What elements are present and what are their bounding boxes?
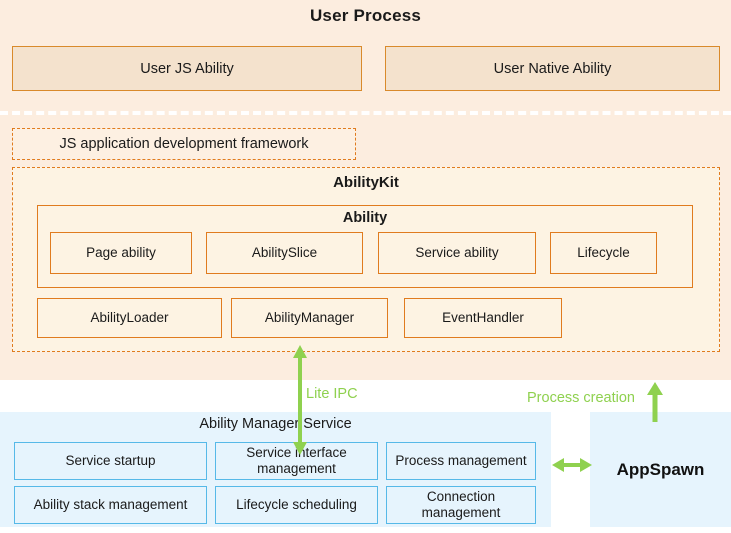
ability-loader-label: AbilityLoader [90, 310, 169, 326]
user-process-region: User Process User JS Ability User Native… [0, 0, 731, 380]
page-ability-label: Page ability [86, 245, 156, 261]
process-creation-arrow-icon [647, 382, 663, 422]
user-native-ability-label: User Native Ability [493, 60, 612, 77]
process-creation-label: Process creation [527, 390, 635, 406]
user-process-title: User Process [309, 6, 422, 25]
service-ability-label: Service ability [415, 245, 499, 261]
ability-group-box: Ability Page ability AbilitySlice Servic… [37, 205, 693, 288]
lifecycle-scheduling-label: Lifecycle scheduling [236, 497, 357, 513]
connection-management-box: Connection management [386, 486, 536, 524]
process-management-box: Process management [386, 442, 536, 480]
ability-manager-label: AbilityManager [264, 310, 355, 326]
user-native-ability-box: User Native Ability [385, 46, 720, 91]
appspawn-panel: AppSpawn [590, 412, 731, 527]
ability-slice-label: AbilitySlice [251, 245, 318, 261]
ability-stack-management-label: Ability stack management [33, 497, 188, 513]
user-js-ability-label: User JS Ability [140, 60, 234, 77]
js-application-development-framework-box: JS application development framework [12, 128, 356, 160]
ability-kit-box: AbilityKit Ability Page ability AbilityS… [12, 167, 720, 352]
ability-kit-title: AbilityKit [333, 174, 399, 191]
process-divider [0, 111, 731, 115]
connection-management-label: Connection management [421, 489, 501, 520]
ability-slice-box: AbilitySlice [206, 232, 363, 274]
user-js-ability-box: User JS Ability [12, 46, 362, 91]
lifecycle-scheduling-box: Lifecycle scheduling [215, 486, 378, 524]
js-framework-label: JS application development framework [59, 136, 309, 152]
ability-stack-management-box: Ability stack management [14, 486, 207, 524]
ability-group-title: Ability [342, 210, 388, 226]
event-handler-box: EventHandler [404, 298, 562, 338]
ability-manager-service-title: Ability Manager Service [199, 416, 352, 432]
appspawn-bidirectional-arrow-icon [552, 458, 592, 472]
lifecycle-label: Lifecycle [577, 245, 630, 261]
service-startup-box: Service startup [14, 442, 207, 480]
lite-ipc-label: Lite IPC [306, 386, 358, 402]
ability-manager-service-panel: Ability Manager Service Service startup … [0, 412, 551, 527]
service-startup-label: Service startup [65, 453, 156, 469]
lifecycle-box: Lifecycle [550, 232, 657, 274]
page-ability-box: Page ability [50, 232, 192, 274]
process-management-label: Process management [395, 453, 527, 469]
ability-manager-box: AbilityManager [231, 298, 388, 338]
ability-loader-box: AbilityLoader [37, 298, 222, 338]
service-ability-box: Service ability [378, 232, 536, 274]
appspawn-label: AppSpawn [616, 459, 705, 479]
event-handler-label: EventHandler [442, 310, 524, 326]
